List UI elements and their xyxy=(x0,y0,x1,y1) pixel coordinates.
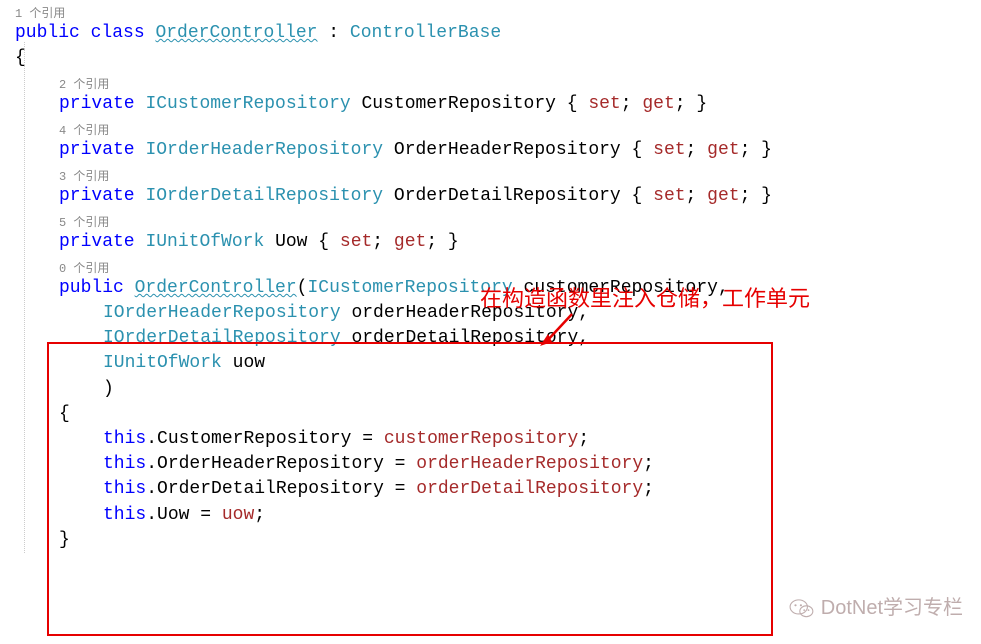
property-declaration: private IUnitOfWork Uow { set; get; } xyxy=(15,230,975,255)
constructor-name[interactable]: OrderController xyxy=(135,278,297,298)
assignment: this.OrderHeaderRepository = orderHeader… xyxy=(15,452,975,477)
property-declaration: private IOrderHeaderRepository OrderHead… xyxy=(15,138,975,163)
property-declaration: private ICustomerRepository CustomerRepo… xyxy=(15,92,975,117)
code-editor[interactable]: 1 个引用 public class OrderController : Con… xyxy=(0,6,981,559)
constructor-param-close: ) xyxy=(15,377,975,402)
ctor-close-brace: } xyxy=(15,528,975,553)
open-brace: { xyxy=(15,46,975,71)
assignment: this.CustomerRepository = customerReposi… xyxy=(15,427,975,452)
constructor-param: IOrderHeaderRepository orderHeaderReposi… xyxy=(15,301,975,326)
ctor-open-brace: { xyxy=(15,402,975,427)
class-name[interactable]: OrderController xyxy=(155,23,317,43)
constructor-param: IOrderDetailRepository orderDetailReposi… xyxy=(15,326,975,351)
assignment: this.Uow = uow; xyxy=(15,503,975,528)
class-declaration: public class OrderController : Controlle… xyxy=(15,21,975,46)
constructor-param: IUnitOfWork uow xyxy=(15,351,975,376)
watermark: DotNet学习专栏 xyxy=(789,594,963,622)
watermark-text: DotNet学习专栏 xyxy=(821,594,963,622)
constructor-signature: public OrderController(ICustomerReposito… xyxy=(15,276,975,301)
wechat-icon xyxy=(789,597,815,619)
property-declaration: private IOrderDetailRepository OrderDeta… xyxy=(15,184,975,209)
indent-guide xyxy=(24,42,25,553)
assignment: this.OrderDetailRepository = orderDetail… xyxy=(15,477,975,502)
